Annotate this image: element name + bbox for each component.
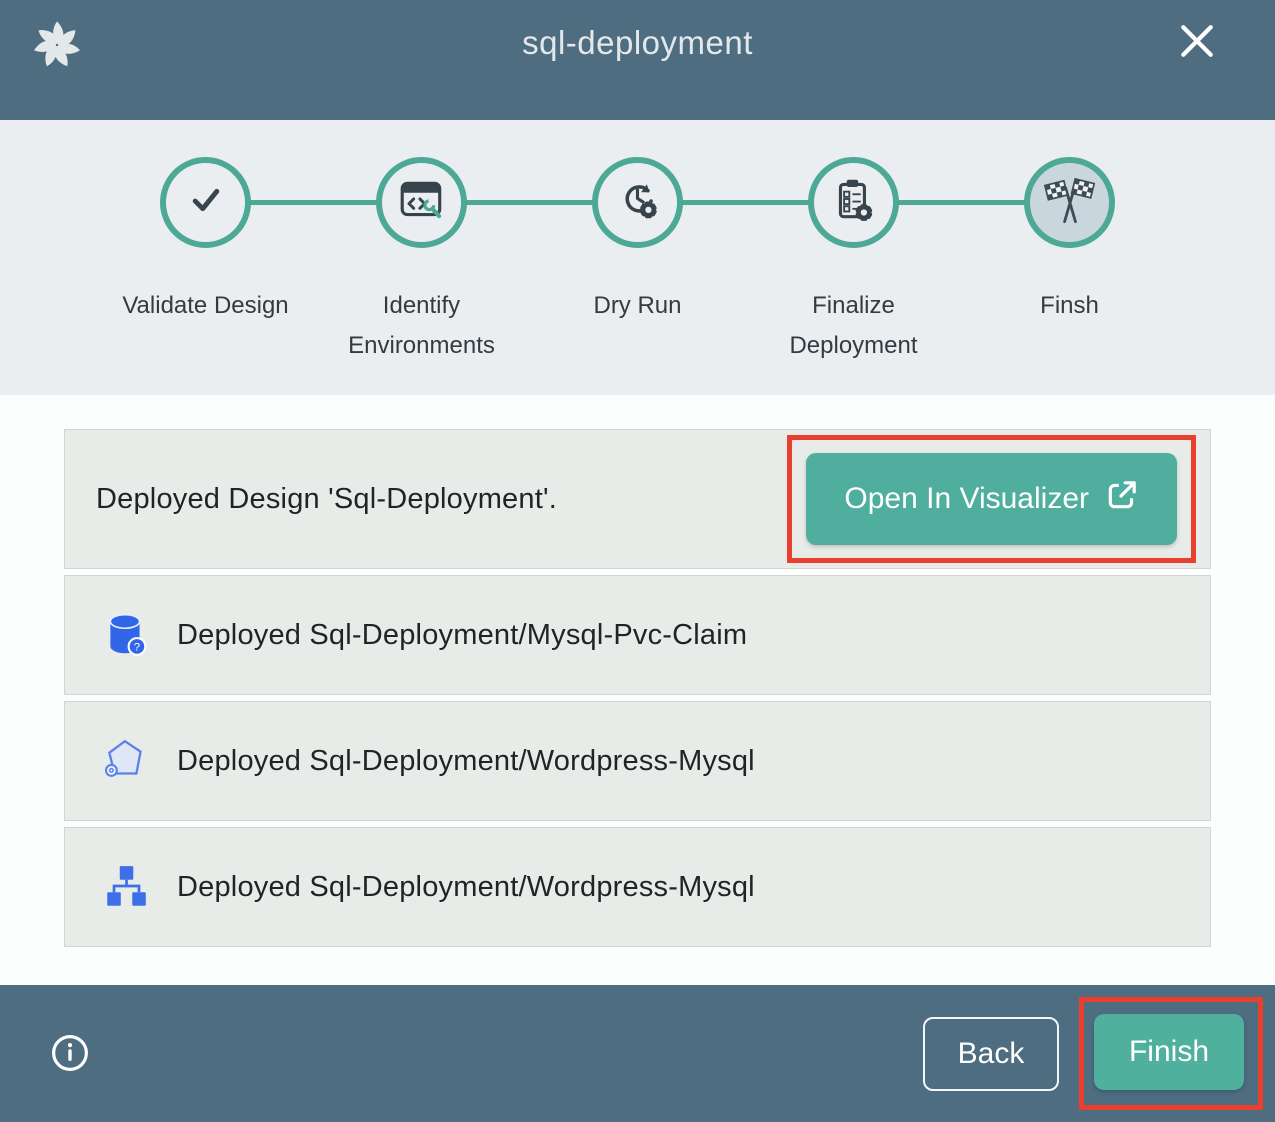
back-button[interactable]: Back <box>923 1017 1059 1091</box>
step-circle-dry-run <box>592 157 683 248</box>
deployed-resource-text: Deployed Sql-Deployment/Wordpress-Mysql <box>177 871 755 904</box>
step-label: Validate Design <box>122 286 288 326</box>
modal-title: sql-deployment <box>0 24 1275 62</box>
clipboard-gear-icon <box>829 175 879 230</box>
step-circle-identify <box>376 157 467 248</box>
modal-header: sql-deployment <box>0 0 1275 120</box>
annotation-highlight-finish: Finish <box>1079 997 1263 1110</box>
open-in-visualizer-button[interactable]: Open In Visualizer <box>806 453 1177 545</box>
deployed-resource-text: Deployed Sql-Deployment/Wordpress-Mysql <box>177 745 755 778</box>
deployment-results: Deployed Design 'Sql-Deployment'. Open I… <box>0 395 1275 985</box>
pentagon-icon <box>101 736 151 786</box>
close-icon <box>1178 48 1216 63</box>
step-finalize-deployment: Finalize Deployment <box>746 157 962 366</box>
tree-icon <box>101 862 151 912</box>
step-identify-environments: Identify Environments <box>314 157 530 366</box>
check-icon <box>180 174 232 231</box>
step-label: Finalize Deployment <box>754 286 954 366</box>
step-circle-finalize <box>808 157 899 248</box>
deployed-resource-row: Deployed Sql-Deployment/Wordpress-Mysql <box>64 827 1211 947</box>
svg-text:?: ? <box>134 642 140 654</box>
deployed-design-text: Deployed Design 'Sql-Deployment'. <box>96 483 557 516</box>
open-in-visualizer-label: Open In Visualizer <box>844 482 1089 516</box>
info-button[interactable] <box>50 1034 90 1074</box>
close-button[interactable] <box>1177 22 1217 62</box>
wizard-stepper: Validate Design <box>0 120 1275 395</box>
finish-button[interactable]: Finish <box>1094 1014 1244 1090</box>
step-dry-run: Dry Run <box>530 157 746 366</box>
deployed-design-row: Deployed Design 'Sql-Deployment'. Open I… <box>64 429 1211 569</box>
modal-footer: Back Finish <box>0 985 1275 1122</box>
step-circle-validate <box>160 157 251 248</box>
database-icon: ? <box>101 610 151 660</box>
code-wrench-icon <box>397 175 447 230</box>
deployed-resource-row: ? Deployed Sql-Deployment/Mysql-Pvc-Clai… <box>64 575 1211 695</box>
deployed-resource-text: Deployed Sql-Deployment/Mysql-Pvc-Claim <box>177 619 747 652</box>
checkered-flags-icon <box>1044 174 1096 231</box>
step-circle-finish <box>1024 157 1115 248</box>
step-finish: Finsh <box>962 157 1178 366</box>
external-link-icon <box>1105 478 1139 520</box>
step-validate-design: Validate Design <box>98 157 314 366</box>
step-label: Dry Run <box>593 286 681 326</box>
info-icon <box>51 1060 89 1075</box>
dry-run-gear-icon <box>613 175 663 230</box>
deployment-wizard-modal: sql-deployment Validate Desi <box>0 0 1275 1122</box>
annotation-highlight-visualizer: Open In Visualizer <box>787 435 1196 563</box>
deployed-resource-row: Deployed Sql-Deployment/Wordpress-Mysql <box>64 701 1211 821</box>
step-label: Identify Environments <box>322 286 522 366</box>
step-label: Finsh <box>1040 286 1099 326</box>
